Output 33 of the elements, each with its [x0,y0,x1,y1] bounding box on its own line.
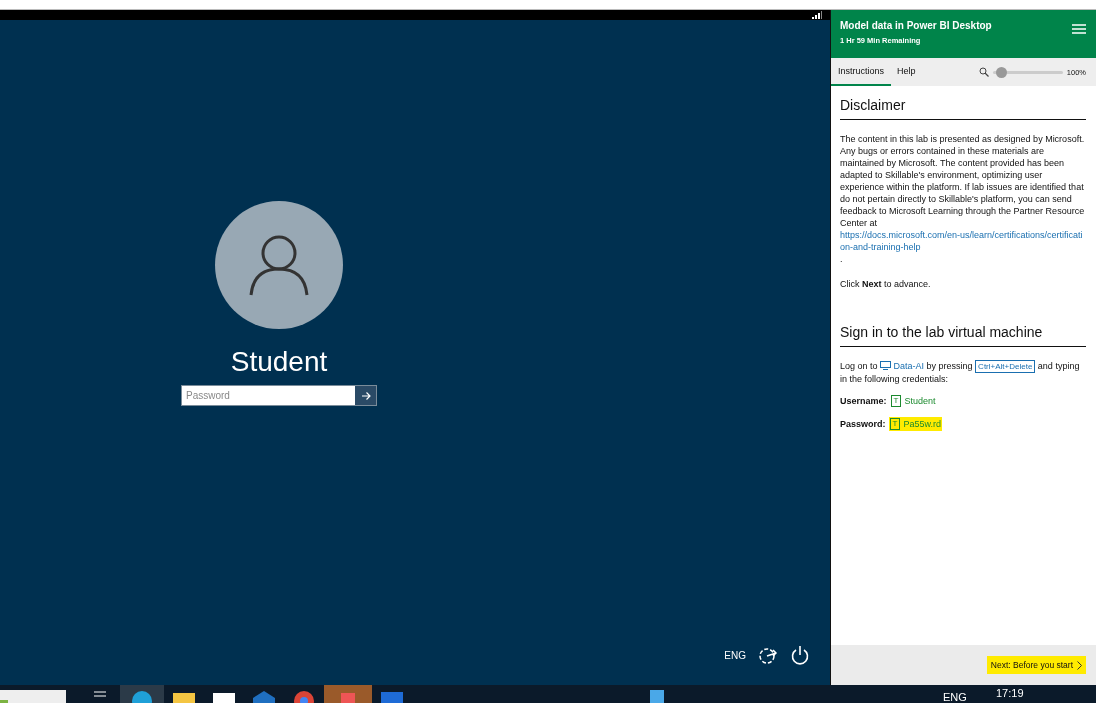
language-indicator[interactable]: ENG [943,691,967,703]
tab[interactable]: Instructions [831,58,891,86]
menu-icon[interactable] [1072,24,1086,34]
accessibility-icon[interactable] [758,645,778,665]
disclaimer-text: The content in this lab is presented as designed by Microsoft. Any bugs or errors contained in these materials are maintained by Microsoft. The content provided has been adapted to Skillable's environment, optimizing user experience within the platform. If lab issues are identified that do not pertain directly to Skillable's platform, you can send feedback to Microsoft Learning through the Partner Resource Center at https://docs.microsoft.com/en-us/learn/certifications/certification-and-training-help . [840,133,1086,265]
credential-value[interactable]: Pa55w.rd [903,419,941,429]
search-icon [978,67,989,77]
section-heading: Sign in to the lab virtual machine [840,324,1086,347]
folder-icon[interactable] [173,690,195,703]
next-button[interactable]: Next: Before you start [986,656,1086,674]
app-icon[interactable] [381,690,403,703]
type-text-button[interactable]: T [889,418,901,430]
type-text-button[interactable]: T [890,395,902,407]
tab[interactable]: Help [891,58,922,86]
credential-value[interactable]: Student [904,396,936,406]
lab-title: Model data in Power BI Desktop [840,20,992,31]
instruction-text: Log on to Data-AI by pressing Ctrl+Alt+Delete and typing in the following credentials: [840,360,1081,385]
slider-thumb[interactable] [996,66,1008,78]
user-name: Student [230,345,328,379]
section-heading: Disclaimer [840,97,1086,120]
machine-link[interactable]: Data-AI [893,361,925,371]
power-icon[interactable] [790,645,810,665]
language-indicator[interactable]: ENG [724,649,746,661]
link[interactable]: https://docs.microsoft.com/en-us/learn/certifications/certification-and-training-help [840,229,1086,253]
app-tile-icon[interactable] [0,690,66,703]
monitor-icon [880,361,892,370]
password-field[interactable]: Password [181,385,377,406]
instruction-text: Click Next to advance. [840,278,932,290]
key-combo-button[interactable]: Ctrl+Alt+Delete [975,360,1036,373]
chevron-icon [1077,660,1082,670]
clock: 17:19 [996,687,1024,699]
credential-label: Username: [840,396,887,406]
credential-label: Password: [840,419,886,429]
